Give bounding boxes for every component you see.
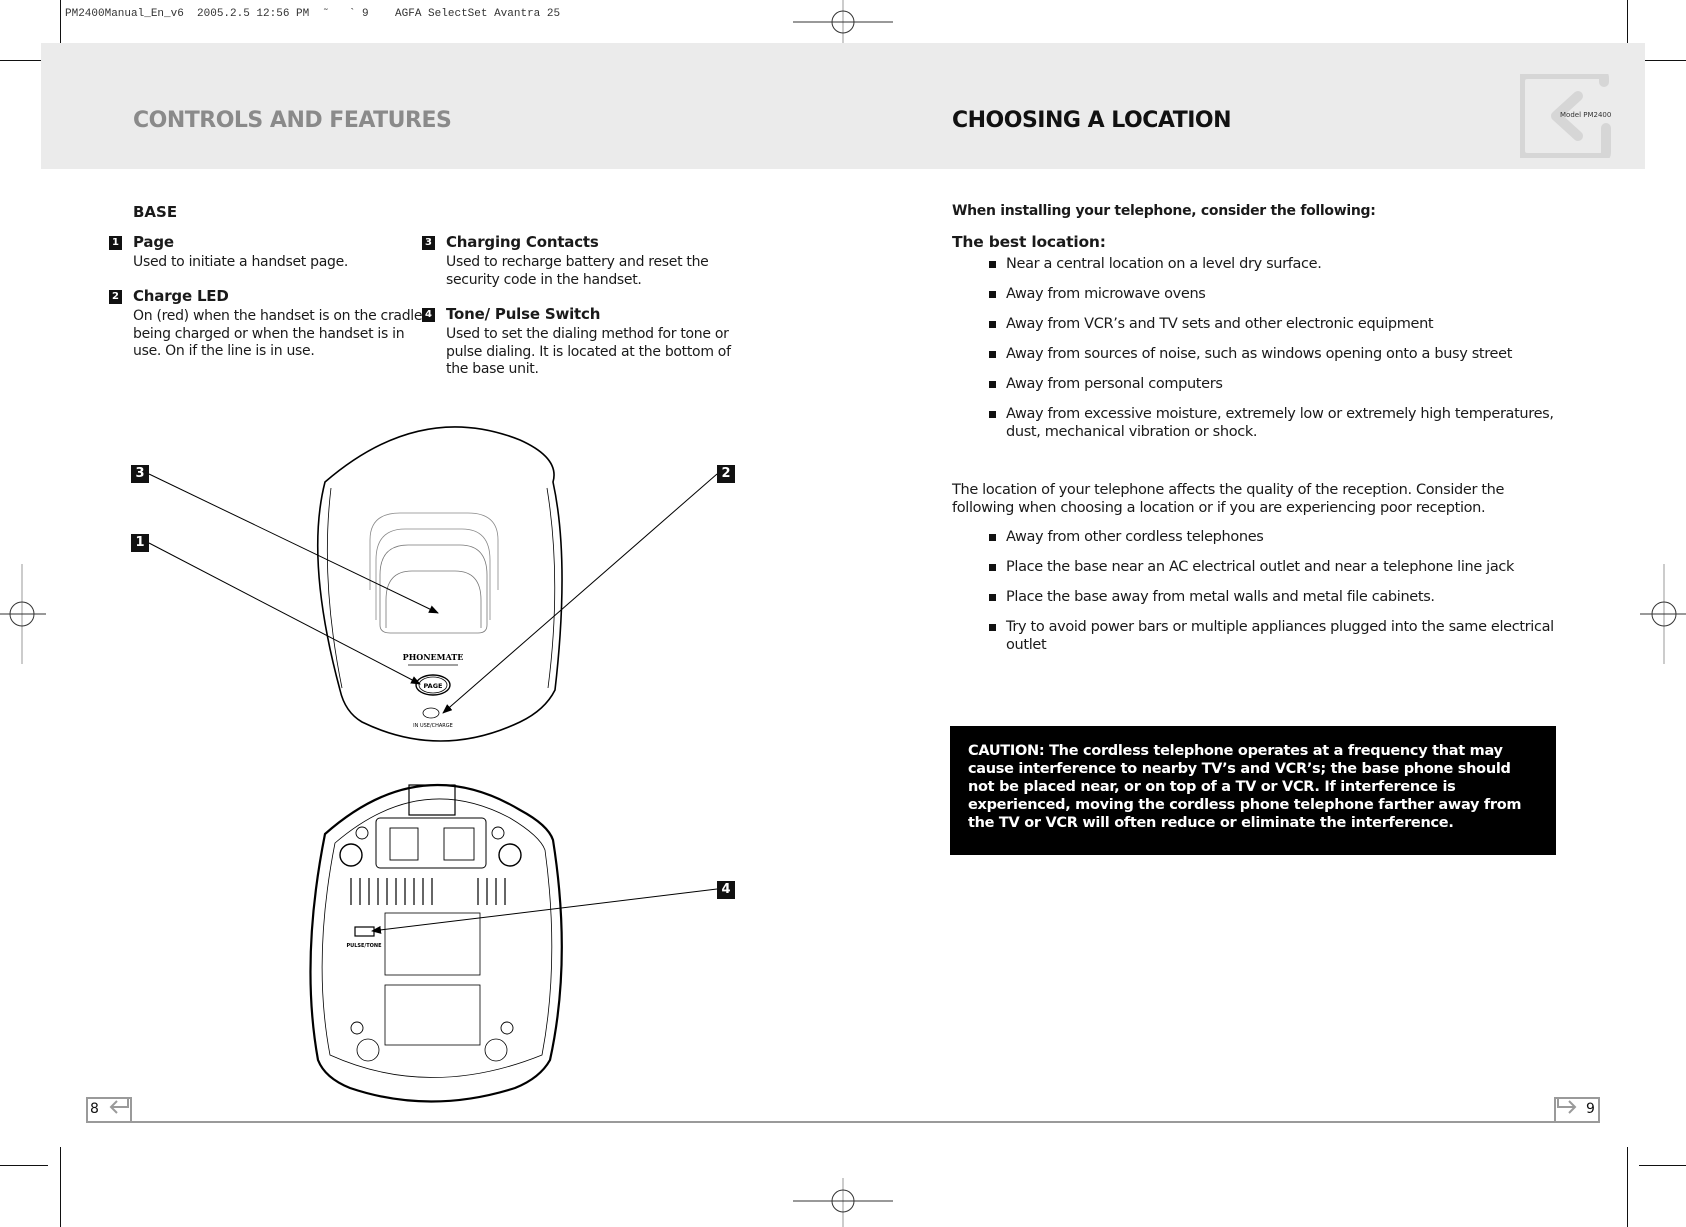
feature-title: Charging Contacts: [446, 233, 599, 251]
feature-number: 2: [109, 290, 122, 304]
print-slug: PM2400Manual_En_v6 2005.2.5 12:56 PM ˜ `…: [65, 8, 561, 20]
feature-description: Used to initiate a handset page.: [133, 254, 349, 270]
list-item: Place the base near an AC electrical out…: [989, 559, 1569, 577]
registration-mark-right: [1640, 564, 1686, 664]
feature-tone-pulse-switch: 4 Tone/ Pulse Switch Used to set the dia…: [422, 305, 736, 379]
callout-2: 2: [717, 465, 735, 483]
brand-label: PHONEMATE: [403, 652, 464, 662]
best-location-heading: The best location:: [952, 233, 1106, 251]
feature-title: Tone/ Pulse Switch: [446, 305, 601, 323]
leader-line-1: [148, 542, 421, 685]
caution-text: The cordless telephone operates at a fre…: [968, 743, 1522, 831]
feature-description: Used to recharge battery and reset the s…: [446, 254, 709, 288]
feature-page: 1 Page Used to initiate a handset page.: [109, 233, 433, 272]
list-item: Away from other cordless telephones: [989, 529, 1569, 547]
feature-title: Page: [133, 233, 174, 251]
registration-mark-bottom: [793, 1178, 893, 1227]
feature-number: 3: [422, 236, 435, 250]
feature-title: Charge LED: [133, 287, 229, 305]
page-number-left: 8: [90, 1101, 99, 1117]
led-label: IN USE/CHARGE: [413, 723, 453, 729]
leader-line-3: [148, 473, 439, 614]
list-item: Away from VCR’s and TV sets and other el…: [989, 316, 1569, 334]
feature-number: 1: [109, 236, 122, 250]
model-label: Model PM2400: [1560, 111, 1612, 119]
section-title-location: CHOOSING A LOCATION: [952, 108, 1232, 133]
feature-charging-contacts: 3 Charging Contacts Used to recharge bat…: [422, 233, 736, 289]
feature-description: Used to set the dialing method for tone …: [446, 326, 731, 377]
callout-3: 3: [131, 465, 149, 483]
list-item: Away from excessive moisture, extremely …: [989, 406, 1569, 441]
base-bottom-view: [309, 783, 563, 1103]
feature-number: 4: [422, 308, 435, 322]
reception-list: Away from other cordless telephones Plac…: [989, 529, 1569, 667]
list-item: Near a central location on a level dry s…: [989, 256, 1569, 274]
feature-description: On (red) when the handset is on the crad…: [133, 308, 423, 359]
page-button-label: PAGE: [424, 682, 443, 690]
caution-label: CAUTION:: [968, 743, 1045, 759]
pulse-tone-label: PULSE/TONE: [346, 943, 382, 949]
section-title-controls: CONTROLS AND FEATURES: [133, 108, 452, 133]
callout-4: 4: [717, 881, 735, 899]
page-number-right: 9: [1586, 1101, 1595, 1117]
list-item: Try to avoid power bars or multiple appl…: [989, 619, 1569, 654]
forward-arrow-icon: [1557, 1099, 1577, 1114]
reception-paragraph: The location of your telephone affects t…: [952, 482, 1505, 516]
install-intro: When installing your telephone, consider…: [952, 203, 1376, 219]
caution-box: CAUTION: The cordless telephone operates…: [950, 726, 1556, 855]
footer-rule: [86, 1121, 1600, 1123]
vent-slots: [350, 878, 506, 905]
list-item: Place the base away from metal walls and…: [989, 589, 1569, 607]
back-arrow-icon: [109, 1099, 129, 1114]
registration-mark-left: [0, 564, 46, 664]
callout-1: 1: [131, 534, 149, 552]
list-item: Away from sources of noise, such as wind…: [989, 346, 1569, 364]
base-heading: BASE: [133, 203, 178, 221]
leader-line-2: [442, 473, 718, 714]
header-band: [41, 43, 1645, 169]
list-item: Away from microwave ovens: [989, 286, 1569, 304]
leader-line-4: [371, 888, 718, 934]
list-item: Away from personal computers: [989, 376, 1569, 394]
base-top-view: [316, 426, 563, 742]
best-location-list: Near a central location on a level dry s…: [989, 256, 1569, 454]
feature-charge-led: 2 Charge LED On (red) when the handset i…: [109, 287, 423, 361]
